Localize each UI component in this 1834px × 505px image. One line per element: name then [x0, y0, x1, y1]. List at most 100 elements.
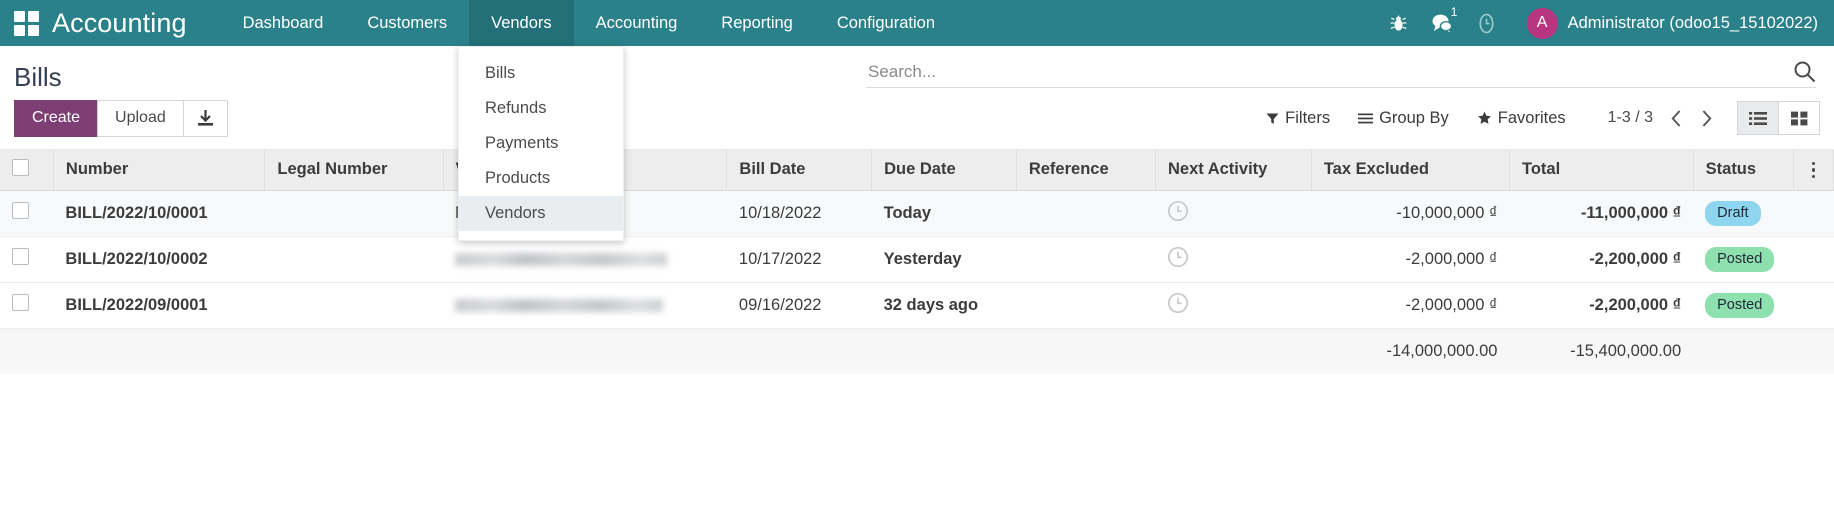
column-header-number[interactable]: Number	[53, 150, 265, 191]
table-row[interactable]: BILL/2022/10/0002 10/17/2022 Yesterday -…	[0, 236, 1834, 282]
menu-customers[interactable]: Customers	[345, 0, 469, 46]
upload-button[interactable]: Upload	[97, 100, 184, 137]
download-button[interactable]	[183, 100, 228, 137]
list-view-button[interactable]	[1737, 101, 1779, 135]
cell-options	[1793, 236, 1833, 282]
footer-options-cell	[1793, 328, 1833, 374]
table-row[interactable]: BILL/2022/09/0001 09/16/2022 32 days ago…	[0, 282, 1834, 328]
row-checkbox[interactable]	[12, 202, 29, 219]
cell-status: Posted	[1693, 236, 1793, 282]
cell-options	[1793, 190, 1833, 236]
cell-tax-excluded: -2,000,000 ₫	[1311, 236, 1509, 282]
cell-number[interactable]: BILL/2022/10/0001	[53, 190, 265, 236]
clock-icon	[1476, 13, 1497, 34]
footer-vendor-cell	[443, 328, 727, 374]
dropdown-item-vendors[interactable]: Vendors	[459, 196, 623, 231]
column-header-legal-number[interactable]: Legal Number	[265, 150, 443, 191]
search-button[interactable]	[1783, 60, 1816, 83]
debug-menu-button[interactable]	[1377, 0, 1421, 46]
column-header-tax-excluded[interactable]: Tax Excluded	[1311, 150, 1509, 191]
table-row[interactable]: BILL/2022/10/0001 Minh H 10/18/2022 Toda…	[0, 190, 1834, 236]
select-all-header	[0, 150, 53, 191]
column-header-reference[interactable]: Reference	[1016, 150, 1155, 191]
favorites-button[interactable]: Favorites	[1463, 105, 1580, 132]
cell-bill-date: 09/16/2022	[727, 282, 872, 328]
footer-select-cell	[0, 328, 53, 374]
cell-due-date: Today	[872, 190, 1017, 236]
view-switcher	[1737, 101, 1820, 135]
column-header-next-activity[interactable]: Next Activity	[1155, 150, 1311, 191]
chevron-right-icon	[1701, 110, 1712, 127]
cell-due-date: 32 days ago	[872, 282, 1017, 328]
cell-next-activity	[1155, 236, 1311, 282]
hamburger-icon	[1358, 112, 1373, 125]
footer-total-sum: -15,400,000.00	[1509, 328, 1693, 374]
column-header-total[interactable]: Total	[1509, 150, 1693, 191]
cell-reference	[1016, 282, 1155, 328]
search-input[interactable]	[866, 61, 1783, 83]
cell-number[interactable]: BILL/2022/10/0002	[53, 236, 265, 282]
navbar-right-tools: 1 A Administrator (odoo15_15102022)	[1377, 0, 1834, 46]
pager: 1-3 / 3	[1608, 105, 1719, 131]
kanban-view-button[interactable]	[1778, 101, 1820, 135]
pager-previous-button[interactable]	[1663, 105, 1689, 131]
cell-tax-excluded: -2,000,000 ₫	[1311, 282, 1509, 328]
footer-next-activity-cell	[1155, 328, 1311, 374]
avatar: A	[1527, 8, 1558, 39]
user-menu[interactable]: A Administrator (odoo15_15102022)	[1509, 8, 1818, 39]
create-button[interactable]: Create	[14, 100, 98, 137]
group-by-button[interactable]: Group By	[1344, 105, 1463, 132]
menu-vendors[interactable]: Vendors	[469, 0, 574, 46]
redacted-vendor-name	[455, 299, 663, 312]
messages-button[interactable]: 1	[1421, 0, 1465, 46]
pager-value: 1-3 / 3	[1608, 109, 1659, 127]
menu-configuration[interactable]: Configuration	[815, 0, 957, 46]
page-title: Bills	[14, 60, 62, 90]
column-header-due-date[interactable]: Due Date	[872, 150, 1017, 191]
dropdown-item-products[interactable]: Products	[459, 161, 623, 196]
filters-button[interactable]: Filters	[1252, 105, 1344, 132]
footer-number-cell	[53, 328, 265, 374]
clock-icon	[1167, 246, 1189, 268]
menu-accounting[interactable]: Accounting	[574, 0, 700, 46]
cell-vendor[interactable]	[443, 236, 727, 282]
row-checkbox[interactable]	[12, 294, 29, 311]
vertical-dots-icon[interactable]	[1806, 162, 1821, 179]
dropdown-item-refunds[interactable]: Refunds	[459, 91, 623, 126]
select-all-checkbox[interactable]	[12, 159, 29, 176]
search-view	[866, 60, 1816, 88]
footer-bill-date-cell	[727, 328, 872, 374]
clock-icon	[1167, 292, 1189, 314]
cell-number[interactable]: BILL/2022/09/0001	[53, 282, 265, 328]
row-select-cell	[0, 190, 53, 236]
menu-dashboard[interactable]: Dashboard	[221, 0, 346, 46]
row-select-cell	[0, 236, 53, 282]
cell-vendor[interactable]	[443, 282, 727, 328]
apps-menu-toggle[interactable]	[0, 0, 52, 46]
column-header-bill-date[interactable]: Bill Date	[727, 150, 872, 191]
activities-button[interactable]	[1465, 0, 1509, 46]
vendors-dropdown-menu: Bills Refunds Payments Products Vendors	[458, 46, 624, 241]
dropdown-item-bills[interactable]: Bills	[459, 56, 623, 91]
footer-tax-excluded-total: -14,000,000.00	[1311, 328, 1509, 374]
menu-reporting[interactable]: Reporting	[699, 0, 815, 46]
footer-due-date-cell	[872, 328, 1017, 374]
dropdown-item-payments[interactable]: Payments	[459, 126, 623, 161]
app-brand-title[interactable]: Accounting	[52, 0, 221, 46]
cell-reference	[1016, 236, 1155, 282]
table-footer-row: -14,000,000.00 -15,400,000.00	[0, 328, 1834, 374]
pager-next-button[interactable]	[1693, 105, 1719, 131]
cell-total: -11,000,000 ₫	[1509, 190, 1693, 236]
kanban-view-icon	[1791, 111, 1808, 126]
action-buttons: Create Upload	[14, 100, 228, 137]
bug-icon	[1390, 14, 1407, 33]
group-by-label: Group By	[1379, 109, 1449, 128]
top-navbar: Accounting Dashboard Customers Vendors A…	[0, 0, 1834, 46]
cell-options	[1793, 282, 1833, 328]
list-view-icon	[1749, 111, 1767, 126]
main-menu: Dashboard Customers Vendors Accounting R…	[221, 0, 957, 46]
favorites-label: Favorites	[1498, 109, 1566, 128]
row-checkbox[interactable]	[12, 248, 29, 265]
cell-due-date: Yesterday	[872, 236, 1017, 282]
column-header-status[interactable]: Status	[1693, 150, 1793, 191]
